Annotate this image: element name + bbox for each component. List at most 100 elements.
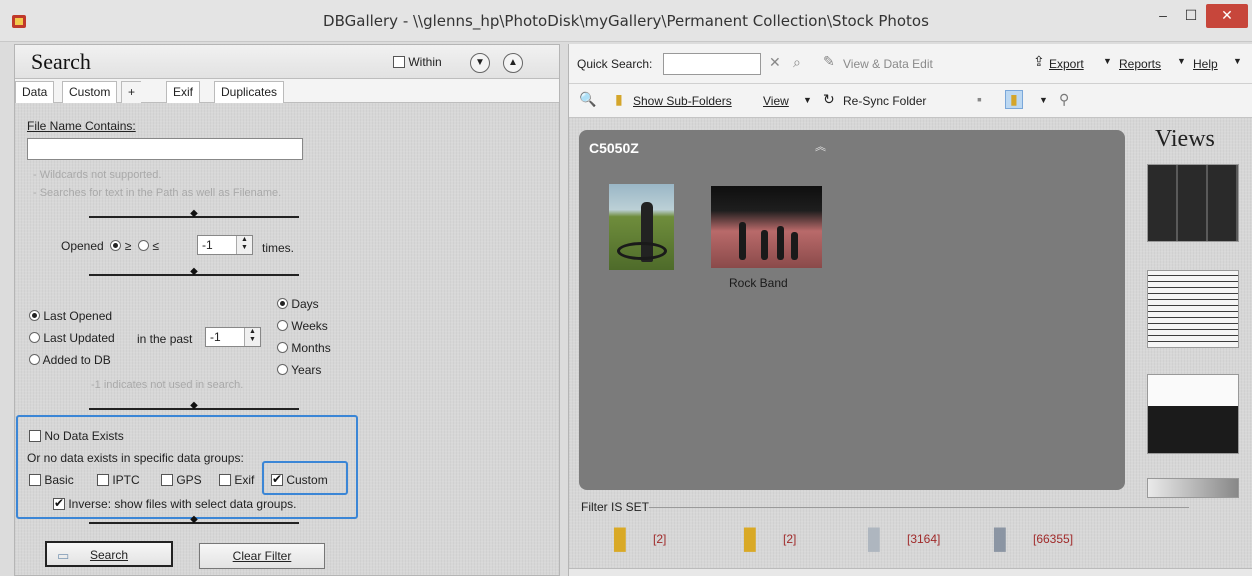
period-days[interactable]: Days — [277, 297, 319, 311]
reports-menu[interactable]: Reports — [1119, 57, 1161, 71]
period-months-radio[interactable] — [277, 342, 288, 353]
period-years-radio[interactable] — [277, 364, 288, 375]
opened-count-stepper[interactable]: -1 ▲ ▼ — [197, 235, 253, 255]
file-name-input[interactable] — [27, 138, 303, 160]
inverse-option[interactable]: Inverse: show files with select data gro… — [53, 496, 297, 511]
group-gps-label: GPS — [176, 473, 202, 487]
filter-files-count: [3164] — [907, 532, 941, 546]
view-thumbnail-other[interactable] — [1147, 478, 1239, 498]
show-subfolders-button[interactable]: Show Sub-Folders — [633, 94, 732, 108]
mode-last-opened-radio[interactable] — [29, 310, 40, 321]
group-basic[interactable]: Basic — [29, 473, 74, 487]
mode-last-opened[interactable]: Last Opened — [29, 309, 112, 323]
group-gps[interactable]: GPS — [161, 473, 202, 487]
unused-hint: -1 indicates not used in search. — [91, 379, 244, 391]
group-gps-checkbox[interactable] — [161, 474, 173, 486]
group-custom-checkbox[interactable] — [271, 472, 283, 486]
photo-bicycle — [617, 242, 667, 260]
view-thumbnail-detail[interactable] — [1147, 374, 1239, 454]
group-exif[interactable]: Exif — [219, 473, 254, 487]
quick-search-label: Quick Search: — [577, 57, 653, 71]
filter-subfolder-count: [2] — [783, 532, 797, 546]
view-dropdown-icon[interactable]: ▼ — [803, 95, 812, 105]
files-icon: ▮ — [865, 519, 883, 555]
edit-icon[interactable]: ✎ — [823, 53, 835, 70]
maximize-button[interactable]: ☐ — [1176, 4, 1206, 28]
photo-figure — [739, 222, 746, 260]
clear-search-icon[interactable]: ✕ — [769, 54, 781, 71]
tab-custom[interactable]: Custom — [62, 81, 118, 103]
opened-gte-radio[interactable] — [110, 240, 122, 251]
times-label: times. — [262, 241, 295, 255]
export-menu[interactable]: Export — [1049, 57, 1084, 71]
tab-data[interactable]: Data — [15, 81, 55, 103]
inverse-label: Inverse: show files with select data gro… — [68, 497, 297, 511]
period-weeks-radio[interactable] — [277, 320, 288, 331]
main-toolbar: Quick Search: ✕ ⌕ ✎ View & Data Edit ⇪ E… — [569, 44, 1252, 84]
mode-last-updated[interactable]: Last Updated — [29, 331, 115, 345]
inverse-checkbox[interactable] — [53, 496, 65, 510]
expand-down-button[interactable]: ▼ — [470, 53, 490, 73]
view-thumbnail-list[interactable] — [1147, 270, 1239, 348]
group-basic-checkbox[interactable] — [29, 474, 41, 486]
help-dropdown-icon[interactable]: ▼ — [1233, 56, 1242, 66]
period-months[interactable]: Months — [277, 341, 331, 355]
pin-icon[interactable]: ⚲ — [1059, 91, 1069, 108]
clear-filter-button[interactable]: Clear Filter — [199, 543, 325, 569]
period-years[interactable]: Years — [277, 363, 321, 377]
quick-search-input[interactable] — [663, 53, 761, 75]
mode-last-updated-radio[interactable] — [29, 332, 40, 343]
opened-lte-radio[interactable] — [137, 240, 149, 251]
past-count-stepper[interactable]: -1 ▲ ▼ — [205, 327, 261, 347]
within-label: Within — [408, 55, 442, 69]
no-data-exists[interactable]: No Data Exists — [29, 429, 124, 443]
no-data-exists-checkbox[interactable] — [29, 430, 41, 442]
no-data-exists-label: No Data Exists — [44, 429, 124, 443]
mode-added-db-label: Added to DB — [42, 353, 111, 367]
group-exif-checkbox[interactable] — [219, 474, 231, 486]
mode-added-db[interactable]: Added to DB — [29, 353, 111, 367]
period-weeks-label: Weeks — [291, 319, 328, 333]
view-menu[interactable]: View — [763, 94, 789, 108]
collapse-up-button[interactable]: ▲ — [503, 53, 523, 73]
within-checkbox-box[interactable] — [393, 56, 405, 68]
folder-toolbar: 🔍 ▮ Show Sub-Folders View ▼ ↻ Re-Sync Fo… — [569, 84, 1252, 118]
trash-icon[interactable]: ▪ — [977, 91, 982, 107]
tab-add[interactable]: + — [121, 81, 142, 103]
stepper-arrows-icon[interactable]: ▲ ▼ — [244, 328, 260, 346]
minimize-button[interactable]: – — [1148, 4, 1178, 28]
export-dropdown-icon[interactable]: ▼ — [1103, 56, 1112, 66]
photo-thumbnail[interactable] — [609, 184, 674, 270]
period-months-label: Months — [291, 341, 331, 355]
section-divider — [89, 519, 299, 527]
help-menu[interactable]: Help — [1193, 57, 1218, 71]
group-iptc-checkbox[interactable] — [97, 474, 109, 486]
group-custom[interactable]: Custom — [271, 472, 328, 487]
thumbnail-view-dropdown-icon[interactable]: ▼ — [1039, 95, 1048, 105]
folder-search-icon[interactable]: 🔍 — [579, 91, 596, 108]
tab-duplicates[interactable]: Duplicates — [214, 81, 285, 103]
group-iptc[interactable]: IPTC — [97, 473, 140, 487]
search-button-label: Search — [89, 548, 129, 562]
stepper-arrows-icon[interactable]: ▲ ▼ — [236, 236, 252, 254]
close-button[interactable]: ✕ — [1206, 4, 1248, 28]
view-thumbnail-grid[interactable] — [1147, 164, 1239, 242]
search-header: Search Within ▼ ▲ — [15, 45, 559, 79]
mode-added-db-radio[interactable] — [29, 354, 40, 365]
thumbnail-view-icon[interactable]: ▮ — [1005, 90, 1023, 109]
resync-folder-button[interactable]: Re-Sync Folder — [843, 94, 926, 108]
period-weeks[interactable]: Weeks — [277, 319, 328, 333]
search-icon[interactable]: ⌕ — [793, 54, 801, 71]
group-exif-label: Exif — [234, 473, 255, 487]
within-checkbox[interactable]: Within — [393, 55, 442, 69]
collapse-icon[interactable]: ︽ — [815, 138, 826, 154]
reports-dropdown-icon[interactable]: ▼ — [1177, 56, 1186, 66]
photo-thumbnail[interactable] — [711, 186, 822, 268]
view-data-edit-button[interactable]: View & Data Edit — [843, 57, 933, 71]
subfolders-icon: ▮ — [615, 91, 623, 107]
search-panel: Search Within ▼ ▲ Data Custom + Exif Dup… — [14, 44, 560, 576]
tab-exif[interactable]: Exif — [166, 81, 201, 103]
views-panel: Views — [1139, 126, 1245, 500]
period-days-radio[interactable] — [277, 298, 288, 309]
search-button[interactable]: ▭ Search — [45, 541, 173, 567]
